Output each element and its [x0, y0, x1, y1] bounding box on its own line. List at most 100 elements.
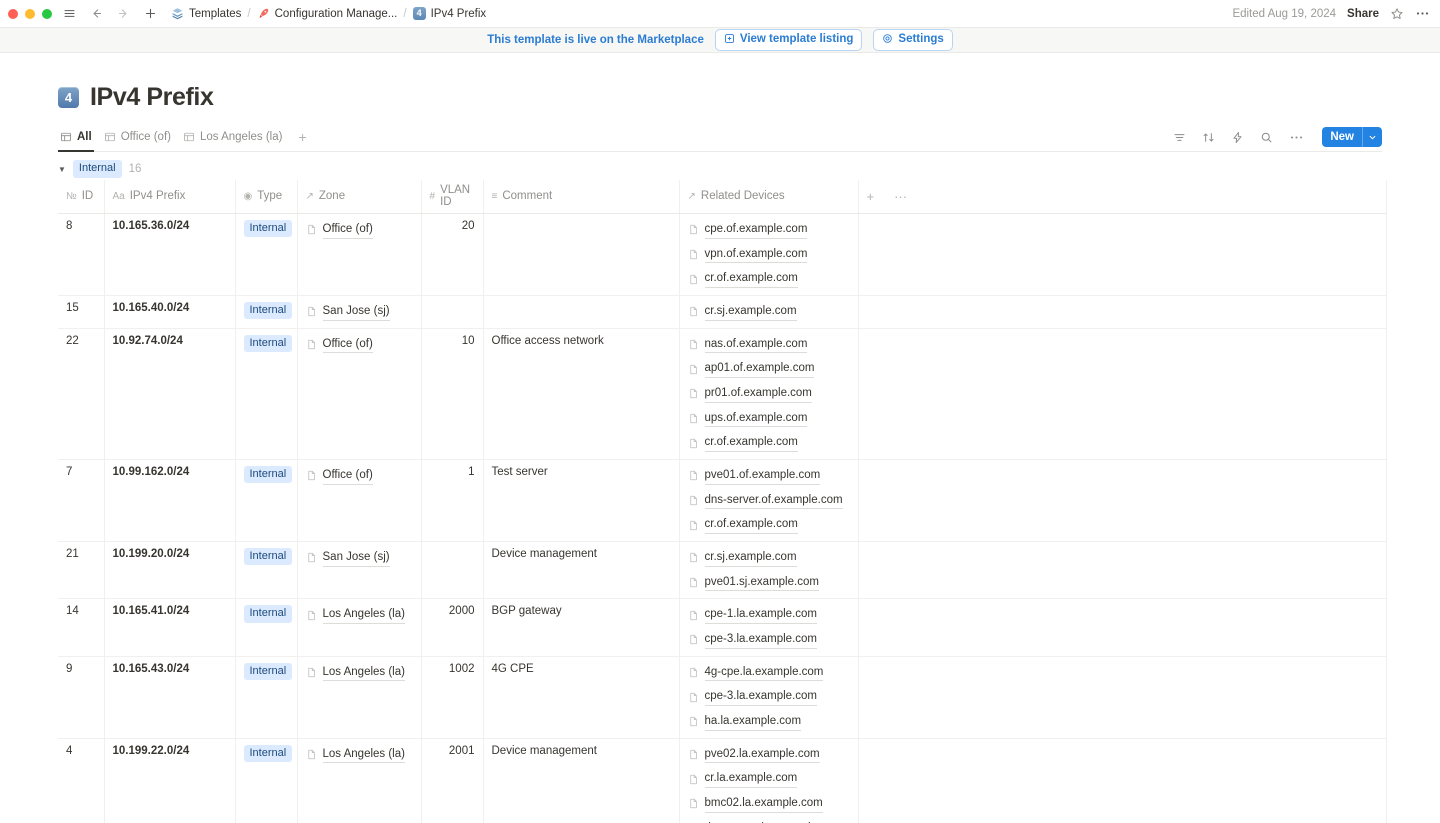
table-row[interactable]: 15 10.165.40.0/24 Internal San Jose (sj) cr.… — [58, 295, 1387, 329]
window-controls[interactable] — [8, 8, 52, 19]
cell-vlan-id[interactable]: 2000 — [421, 598, 484, 657]
related-device-link[interactable]: pve02.la.example.com — [688, 745, 850, 765]
column-header-zone[interactable]: ↗ Zone — [297, 180, 422, 214]
cell-zone[interactable]: San Jose (sj) — [297, 541, 422, 600]
related-device-link[interactable]: cr.of.example.com — [688, 433, 850, 453]
cell-vlan-id[interactable]: 20 — [421, 213, 484, 297]
column-header-type[interactable]: ◉ Type — [235, 180, 298, 214]
type-badge[interactable]: Internal — [243, 744, 293, 763]
cell-ipv4-prefix[interactable]: 10.165.41.0/24 — [104, 598, 236, 657]
column-header-vlan-id[interactable]: # VLAN ID — [421, 180, 484, 214]
zone-link[interactable]: Office (of) — [306, 466, 413, 486]
type-badge[interactable]: Internal — [243, 466, 293, 484]
cell-comment[interactable]: Office access network — [483, 328, 680, 461]
related-device-link[interactable]: cr.la.example.com — [688, 769, 850, 789]
view-tab-all[interactable]: All — [58, 123, 100, 152]
related-device-link[interactable]: cr.of.example.com — [688, 269, 850, 289]
zone-link[interactable]: Office (of) — [306, 335, 413, 355]
related-device-link[interactable]: cpe-3.la.example.com — [688, 687, 850, 707]
table-row[interactable]: 14 10.165.41.0/24 Internal Los Angeles (la)… — [58, 598, 1387, 657]
automation-icon[interactable] — [1231, 131, 1244, 144]
forward-arrow-icon[interactable] — [117, 7, 130, 20]
cell-related-devices[interactable]: 4g-cpe.la.example.com cpe-3.la.example.co… — [679, 656, 859, 739]
type-badge[interactable]: Internal — [243, 220, 293, 238]
filter-icon[interactable] — [1173, 131, 1186, 144]
collapse-caret-icon[interactable]: ▼ — [58, 165, 66, 174]
view-tab-los-angeles[interactable]: Los Angeles (la) — [181, 123, 290, 151]
breadcrumb-item-configuration-management[interactable]: Configuration Manage... — [257, 7, 397, 20]
related-device-link[interactable]: cpe.of.example.com — [688, 220, 850, 240]
column-header-related-devices[interactable]: ↗ Related Devices — [679, 180, 859, 214]
new-tab-plus-icon[interactable] — [144, 7, 157, 20]
related-device-link[interactable]: cpe-3.la.example.com — [688, 630, 850, 650]
related-device-link[interactable]: nas.of.example.com — [688, 335, 850, 355]
column-header-id[interactable]: № ID — [58, 180, 105, 214]
table-row[interactable]: 8 10.165.36.0/24 Internal Office (of) 20 cpe.… — [58, 213, 1387, 297]
related-device-link[interactable]: ha.la.example.com — [688, 712, 850, 732]
zone-link[interactable]: Office (of) — [306, 220, 413, 240]
breadcrumb-item-templates[interactable]: Templates — [171, 7, 241, 20]
cell-comment[interactable]: 4G CPE — [483, 656, 680, 739]
zone-link[interactable]: San Jose (sj) — [306, 548, 413, 568]
zone-link[interactable]: Los Angeles (la) — [306, 745, 413, 765]
table-row[interactable]: 9 10.165.43.0/24 Internal Los Angeles (la) 1… — [58, 656, 1387, 739]
cell-zone[interactable]: Los Angeles (la) — [297, 598, 422, 657]
cell-type[interactable]: Internal — [235, 328, 298, 461]
related-device-link[interactable]: bmc02.la.example.com — [688, 794, 850, 814]
related-device-link[interactable]: cr.of.example.com — [688, 515, 850, 535]
cell-related-devices[interactable]: cpe-1.la.example.com cpe-3.la.example.com — [679, 598, 859, 657]
cell-type[interactable]: Internal — [235, 738, 298, 823]
cell-zone[interactable]: Office (of) — [297, 213, 422, 297]
close-window-button[interactable] — [8, 8, 18, 19]
cell-type[interactable]: Internal — [235, 541, 298, 600]
share-button[interactable]: Share — [1347, 8, 1379, 20]
cell-ipv4-prefix[interactable]: 10.165.43.0/24 — [104, 656, 236, 739]
cell-comment[interactable]: Test server — [483, 459, 680, 543]
cell-related-devices[interactable]: pve01.of.example.com dns-server.of.exampl… — [679, 459, 859, 543]
cell-vlan-id[interactable]: 2001 — [421, 738, 484, 823]
add-view-button[interactable]: + — [292, 129, 312, 145]
table-row[interactable]: 22 10.92.74.0/24 Internal Office (of) 10 Offi… — [58, 328, 1387, 461]
back-arrow-icon[interactable] — [90, 7, 103, 20]
table-row[interactable]: 4 10.199.22.0/24 Internal Los Angeles (la) 2… — [58, 738, 1387, 823]
group-name-badge[interactable]: Internal — [72, 160, 122, 178]
type-badge[interactable]: Internal — [243, 302, 293, 320]
related-device-link[interactable]: 4g-cpe.la.example.com — [688, 663, 850, 683]
add-column-button[interactable]: + — [867, 190, 875, 203]
column-options-icon[interactable]: ··· — [894, 190, 907, 203]
cell-comment[interactable]: BGP gateway — [483, 598, 680, 657]
more-horizontal-icon[interactable] — [1289, 130, 1304, 145]
cell-comment[interactable]: Device management — [483, 541, 680, 600]
type-badge[interactable]: Internal — [243, 548, 293, 566]
related-device-link[interactable]: cr.sj.example.com — [688, 548, 850, 568]
zone-link[interactable]: San Jose (sj) — [306, 302, 413, 322]
page-icon[interactable]: 4 — [58, 87, 79, 108]
view-template-listing-button[interactable]: View template listing — [714, 28, 863, 52]
related-device-link[interactable]: cr.sj.example.com — [688, 302, 850, 322]
type-badge[interactable]: Internal — [243, 334, 293, 353]
cell-comment[interactable] — [483, 213, 680, 297]
cell-zone[interactable]: Office (of) — [297, 459, 422, 543]
cell-type[interactable]: Internal — [235, 213, 298, 297]
cell-type[interactable]: Internal — [235, 459, 298, 543]
menu-icon[interactable] — [63, 7, 76, 20]
cell-zone[interactable]: Los Angeles (la) — [297, 738, 422, 823]
cell-vlan-id[interactable]: 1002 — [421, 656, 484, 739]
related-device-link[interactable]: dns-server.of.example.com — [688, 491, 850, 511]
column-header-ipv4-prefix[interactable]: Aa IPv4 Prefix — [104, 180, 236, 214]
related-device-link[interactable]: pr01.of.example.com — [688, 384, 850, 404]
related-device-link[interactable]: cpe-1.la.example.com — [688, 605, 850, 625]
cell-vlan-id[interactable] — [421, 295, 484, 329]
cell-related-devices[interactable]: nas.of.example.com ap01.of.example.com pr0… — [679, 328, 859, 461]
cell-type[interactable]: Internal — [235, 656, 298, 739]
cell-related-devices[interactable]: pve02.la.example.com cr.la.example.com bmc… — [679, 738, 859, 823]
chevron-down-icon[interactable] — [1363, 127, 1382, 147]
breadcrumb-item-ipv4-prefix[interactable]: 4 IPv4 Prefix — [412, 7, 486, 20]
cell-related-devices[interactable]: cpe.of.example.com vpn.of.example.com cr.o… — [679, 213, 859, 297]
type-badge[interactable]: Internal — [243, 662, 293, 681]
sort-icon[interactable] — [1202, 131, 1215, 144]
cell-vlan-id[interactable] — [421, 541, 484, 600]
more-horizontal-icon[interactable] — [1415, 6, 1430, 21]
cell-zone[interactable]: Office (of) — [297, 328, 422, 461]
page-title[interactable]: IPv4 Prefix — [90, 83, 214, 112]
